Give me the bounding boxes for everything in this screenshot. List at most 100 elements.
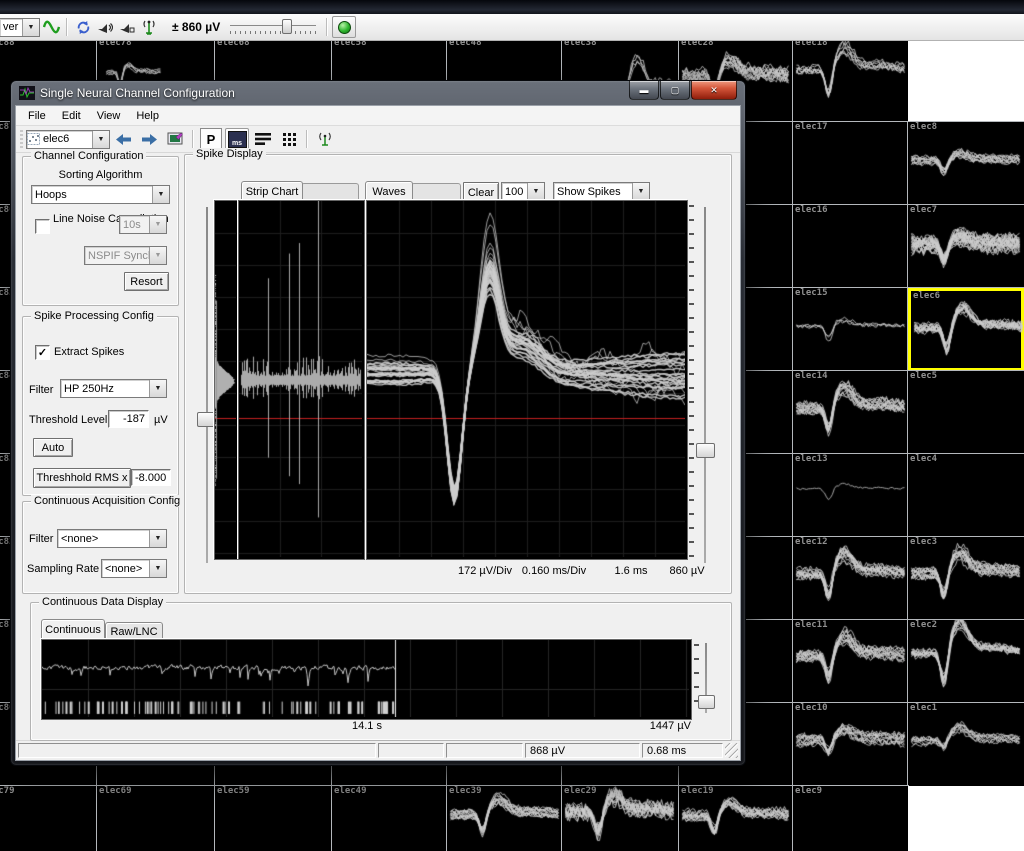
show-spikes-combo[interactable]: Show Spikes ▼ [553,182,650,201]
channel-select-combo[interactable]: elec6 ▼ [26,130,110,149]
electrode-cell-elec13[interactable]: elec13 [793,454,908,537]
window-title: Single Neural Channel Configuration [40,86,235,100]
auto-button[interactable]: Auto [33,438,73,457]
status-bar: 868 µV 0.68 ms [16,740,740,760]
waves-canvas[interactable] [367,201,685,557]
menubar: File Edit View Help [16,106,740,126]
chevron-down-icon[interactable]: ▼ [149,380,166,397]
close-button[interactable]: ✕ [691,81,737,100]
audio-monitor-mute-icon[interactable] [116,16,138,38]
electrode-cell-elec19[interactable]: elec19 [679,786,793,851]
app-channel-combo[interactable]: ver ▼ [0,18,40,37]
waves-panel[interactable] [366,200,688,560]
strip-chart-panel[interactable] [238,200,365,560]
electrode-cell-elec15[interactable]: elec15 [793,288,908,371]
status-cell-empty [378,743,444,758]
electrode-label: elec13 [795,454,828,464]
menu-help[interactable]: Help [128,108,167,124]
sampling-rate-combo[interactable]: <none> ▼ [101,559,167,578]
strip-chart-canvas[interactable] [239,201,362,557]
continuous-data-display-group: Continuous Data Display Continuous Raw/L… [30,602,732,741]
antenna-icon[interactable] [138,16,160,38]
threshold-level-input[interactable]: -187 [108,410,149,428]
electrode-cell-elec10[interactable]: elec10 [793,703,908,786]
cont-filter-combo[interactable]: <none> ▼ [57,529,167,548]
electrode-waveform-canvas [793,454,908,537]
electrode-label: elec1 [910,703,937,713]
grid-view-icon[interactable] [277,128,301,151]
chevron-down-icon[interactable]: ▼ [22,19,39,36]
voltage-range-slider[interactable] [230,18,316,36]
menu-file[interactable]: File [20,108,54,124]
prev-channel-arrow-icon[interactable] [111,128,135,151]
electrode-cell-elec14[interactable]: elec14 [793,371,908,454]
electrode-label: elec15 [795,288,828,298]
electrode-cell-elec5[interactable]: elec5 [908,371,1024,454]
electrode-cell-elec4[interactable]: elec4 [908,454,1024,537]
status-cell-empty [446,743,523,758]
threshold-slider-track[interactable] [206,207,208,563]
electrode-cell-elec39[interactable]: elec39 [447,786,562,851]
p-button[interactable]: P [200,128,222,150]
electrode-cell-elec9[interactable]: elec9 [793,786,908,851]
electrode-cell-elec6[interactable]: elec6 [908,288,1024,371]
electrode-cell-elec49[interactable]: elec49 [332,786,447,851]
next-channel-arrow-icon[interactable] [137,128,161,151]
broadcast-antenna-icon[interactable] [313,128,337,151]
threshold-rms-input[interactable]: -8.000 [131,469,171,486]
electrode-cell-elec79[interactable]: elec79 [0,786,97,851]
audio-monitor-icon[interactable] [94,16,116,38]
minimize-button[interactable]: ▬ [629,81,659,100]
resize-grip[interactable] [725,743,738,758]
chevron-down-icon[interactable]: ▼ [92,131,109,148]
electrode-cell-elec3[interactable]: elec3 [908,537,1024,620]
raw-lnc-tab[interactable]: Raw/LNC [105,622,163,640]
electrode-cell-elec59[interactable]: elec59 [215,786,332,851]
chevron-down-icon[interactable]: ▼ [149,530,166,547]
slider-thumb[interactable] [282,19,292,34]
electrode-label: elec49 [334,786,367,796]
electrode-cell-elec2[interactable]: elec2 [908,620,1024,703]
electrode-cell-elec11[interactable]: elec11 [793,620,908,703]
spike-filter-combo[interactable]: HP 250Hz ▼ [60,379,167,398]
electrode-cell-elec1[interactable]: elec1 [908,703,1024,786]
electrode-cell-elec17[interactable]: elec17 [793,122,908,205]
maximize-button[interactable]: ▢ [660,81,690,100]
toolbar-separator [306,130,308,148]
waves-tab[interactable]: Waves [365,181,413,202]
extract-spikes-checkbox[interactable]: ✓ [35,345,50,360]
menu-view[interactable]: View [89,108,129,124]
scale-slider-track[interactable] [704,207,706,563]
cont-slider-thumb[interactable] [698,695,715,709]
electrode-cell-elec29[interactable]: elec29 [562,786,679,851]
resort-button[interactable]: Resort [124,272,169,291]
electrode-cell-elec18[interactable]: elec18 [793,38,908,122]
chevron-down-icon[interactable]: ▼ [632,183,649,200]
run-led-button[interactable] [332,16,356,38]
continuous-plot-canvas[interactable] [42,640,689,717]
sorting-algorithm-combo[interactable]: Hoops ▼ [31,185,170,204]
electrode-label: elec19 [681,786,714,796]
electrode-cell-elec7[interactable]: elec7 [908,205,1024,288]
chevron-down-icon[interactable]: ▼ [149,560,166,577]
strip-chart-tab[interactable]: Strip Chart [241,181,303,202]
electrode-cell-elec69[interactable]: elec69 [97,786,215,851]
spike-count-combo[interactable]: 100 ▼ [501,182,545,201]
chevron-down-icon[interactable]: ▼ [152,186,169,203]
app-channel-combo-value: ver [0,21,22,33]
threshold-rms-button[interactable]: Threshhold RMS x [33,468,131,488]
line-noise-period-combo: 10s ▼ [119,215,167,234]
refresh-icon[interactable] [72,16,94,38]
sine-wave-icon[interactable] [40,16,62,38]
menu-edit[interactable]: Edit [54,108,89,124]
electrode-cell-elec16[interactable]: elec16 [793,205,908,288]
display-properties-icon[interactable] [163,128,187,151]
chevron-down-icon[interactable]: ▼ [527,183,544,200]
continuous-tab[interactable]: Continuous [41,619,105,640]
electrode-waveform-canvas [908,703,1024,786]
electrode-cell-elec12[interactable]: elec12 [793,537,908,620]
line-noise-checkbox[interactable] [35,219,50,234]
continuous-plot-panel[interactable] [41,639,692,720]
scale-slider-thumb[interactable] [696,443,715,458]
electrode-cell-elec8[interactable]: elec8 [908,122,1024,205]
